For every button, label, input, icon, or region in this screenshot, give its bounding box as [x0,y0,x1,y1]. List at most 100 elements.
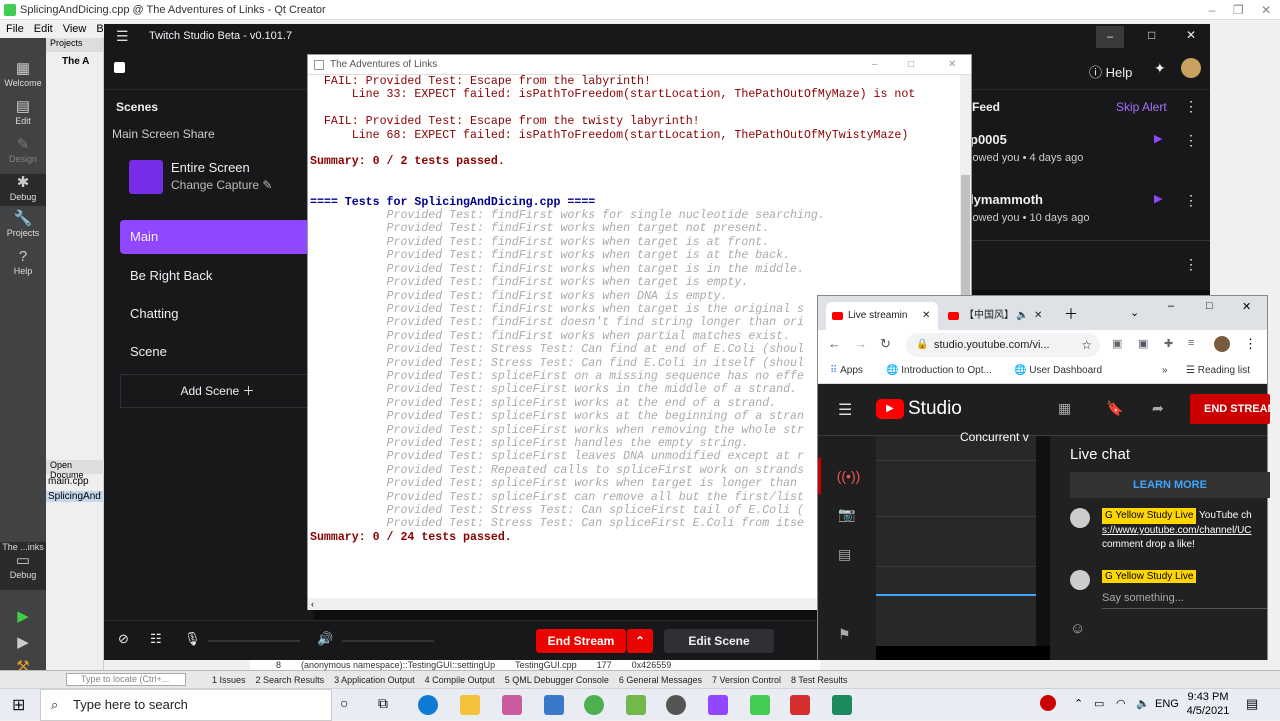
yt-end-stream-button[interactable]: END STREAM [1190,394,1270,424]
bookmark-intro[interactable]: 🌐 Introduction to Opt... [886,365,992,376]
clock-time[interactable]: 9:43 PM [1186,691,1230,703]
run-button[interactable]: ▶ [0,608,46,626]
bookmark-apps[interactable]: ⠿ Apps [830,365,863,376]
reload-icon[interactable]: ↻ [880,336,891,352]
qt-creator-icon[interactable] [750,695,770,715]
console-close-icon[interactable]: ✕ [948,55,956,75]
tab-chinese[interactable]: 【中国风】 🔈 ✕ [942,302,1052,330]
hamburger-icon[interactable]: ☰ [116,28,129,45]
calendar-icon[interactable]: ▤ [838,546,851,563]
console-maximize-icon[interactable]: □ [908,55,914,75]
emoji-icon[interactable]: ☺ [1070,620,1085,637]
close-icon[interactable]: ✕ [1261,3,1271,17]
bookmark-user-dashboard[interactable]: 🌐 User Dashboard [1014,365,1102,376]
end-stream-button[interactable]: End Stream [536,629,626,653]
studio-logo[interactable]: Studio [908,398,962,420]
tab-issues[interactable]: 1 Issues [212,675,246,685]
forward-icon[interactable]: → [854,336,867,351]
mode-projects[interactable]: 🔧 Projects [0,210,46,238]
chat-input[interactable]: Say something... [1102,592,1184,604]
clock-date[interactable]: 4/5/2021 [1186,705,1230,717]
bookmark-icon[interactable]: 🔖 [1106,400,1123,417]
acrobat-icon[interactable] [790,695,810,715]
back-icon[interactable]: ← [828,336,841,351]
file-explorer-icon[interactable] [460,695,480,715]
scene-be-right-back[interactable]: Be Right Back [120,259,315,293]
mode-design[interactable]: ✎ Design [0,136,46,164]
film-icon[interactable]: ▦ [1058,400,1071,417]
learn-more-button[interactable]: LEARN MORE [1070,472,1270,498]
chrome-close-icon[interactable]: ✕ [1242,300,1251,313]
scroll-left-icon[interactable]: ‹ [308,599,314,609]
kit-selector[interactable]: The ...inks ▭ Debug [0,542,46,590]
mail-icon[interactable] [544,695,564,715]
debug-run-button[interactable]: ▶ [0,634,46,652]
mode-help[interactable]: ? Help [0,248,46,276]
more-icon[interactable]: ⋮ [1184,132,1198,149]
project-root[interactable]: The A [46,56,103,67]
sparkle-icon[interactable]: ✦ [1154,60,1166,77]
menu-view[interactable]: View [63,20,87,38]
media-icon[interactable]: ≡ [1188,337,1194,349]
cortana-icon[interactable]: ○ [340,695,348,711]
app-icon[interactable] [502,695,522,715]
skip-alert-button[interactable]: Skip Alert [1116,100,1167,114]
change-capture-link[interactable]: Change Capture ✎ [171,178,272,192]
windows-start-icon[interactable]: ⊞ [12,695,25,715]
speaker-icon[interactable]: 🔊 [317,631,333,647]
taskbar-search[interactable]: ⌕ Type here to search [40,689,332,721]
more-icon[interactable]: ⋮ [1184,256,1198,273]
tab-application-output[interactable]: 3 Application Output [334,675,415,685]
chevron-right-icon[interactable]: » [1162,365,1168,376]
avatar[interactable] [1181,58,1201,78]
mode-edit[interactable]: ▤ Edit [0,98,46,126]
record-icon[interactable] [1040,695,1056,711]
new-tab-icon[interactable]: ＋ [1064,304,1078,324]
share-icon[interactable]: ➦ [1152,400,1164,417]
wifi-icon[interactable]: ◠ [1116,697,1126,710]
twitch-close-icon[interactable]: ✕ [1186,28,1196,42]
add-scene-button[interactable]: Add Scene ＋ [120,374,315,408]
camera-icon[interactable]: 📷 [838,506,855,523]
star-icon[interactable]: ☆ [1081,333,1092,357]
reading-list[interactable]: ☰ Reading list [1186,365,1250,376]
tab-close-icon[interactable]: ✕ [922,302,930,330]
chrome-maximize-icon[interactable]: □ [1206,300,1213,312]
edge-icon[interactable] [418,695,438,715]
sliders-icon[interactable]: ☷ [150,631,162,647]
scene-chatting[interactable]: Chatting [120,297,315,331]
help-button[interactable]: ⓘ Help [1089,62,1132,81]
tab-general-messages[interactable]: 6 General Messages [619,675,702,685]
menu-edit[interactable]: Edit [34,20,53,38]
mode-welcome[interactable]: ▦ Welcome [0,60,46,88]
mode-debug[interactable]: ✱ Debug [0,174,46,206]
app-icon[interactable] [666,695,686,715]
chevron-up-icon[interactable]: ⌃ [1074,697,1083,710]
volume-icon[interactable]: 🔈 [1136,697,1150,710]
feedback-icon[interactable]: ⚑ [838,626,851,643]
battery-icon[interactable]: ▭ [1094,697,1104,710]
notifications-icon[interactable]: ▤ [1246,696,1258,712]
twitch-icon[interactable] [708,695,728,715]
menu-icon[interactable]: ⋮ [1244,336,1257,352]
extension-icon[interactable]: ▣ [1112,337,1122,350]
tab-close-icon[interactable]: ✕ [1034,302,1042,330]
extension-icon[interactable]: ▣ [1138,337,1148,350]
tab-search-icon[interactable]: ⌄ [1130,306,1139,319]
tab-search-results[interactable]: 2 Search Results [256,675,325,685]
scene-scene[interactable]: Scene [120,335,315,369]
tab-qml-console[interactable]: 5 QML Debugger Console [505,675,609,685]
chat-link[interactable]: s://www.youtube.com/channel/UC [1102,525,1252,536]
tab-live-streaming[interactable]: Live streamin ✕ [826,302,938,330]
menu-file[interactable]: File [6,20,24,38]
edit-scene-button[interactable]: Edit Scene [664,629,774,653]
more-icon[interactable]: ⋮ [1184,192,1198,209]
app-icon[interactable] [832,695,852,715]
chat-author-badge[interactable]: G Yellow Study Live [1102,508,1197,524]
minimize-icon[interactable]: – [1209,3,1216,17]
live-icon[interactable]: ((•)) [818,458,876,494]
profile-avatar[interactable] [1214,336,1230,352]
replay-icon[interactable]: ▶ [1154,192,1162,205]
task-view-icon[interactable]: ⧉ [378,695,388,712]
twitch-maximize-icon[interactable]: □ [1148,28,1155,42]
